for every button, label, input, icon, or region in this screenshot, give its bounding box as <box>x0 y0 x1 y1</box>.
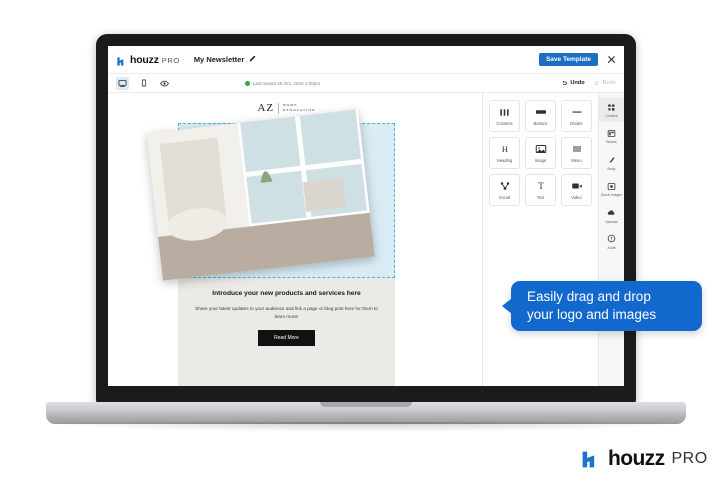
laptop-screen: houzz PRO My Newsletter Save Template La… <box>108 46 624 386</box>
blocks-icon <box>607 128 616 138</box>
redo-button[interactable]: Redo <box>594 80 616 87</box>
divider-icon <box>571 106 583 118</box>
heading-icon: H <box>499 143 511 155</box>
block-social[interactable]: Social <box>489 174 520 206</box>
email-body-text[interactable]: Share your latest updates to your audien… <box>190 305 383 321</box>
stock-images-icon <box>607 181 616 191</box>
brand-line-1: HOME <box>283 102 298 107</box>
svg-text:T: T <box>538 181 544 191</box>
block-label: Image <box>534 158 547 163</box>
block-text[interactable]: T Text <box>525 174 556 206</box>
content-blocks-panel: Columns Buttons Divider H Heading Image … <box>482 93 598 386</box>
block-label: Menu <box>571 158 582 163</box>
editor-body: AZ HOME RENOVATION Introduce your new pr… <box>108 93 624 386</box>
tab-body[interactable]: Body <box>599 151 625 175</box>
block-label: Columns <box>496 121 513 126</box>
tab-label: Audit <box>607 245 616 250</box>
email-headline[interactable]: Introduce your new products and services… <box>190 290 383 299</box>
tab-label: Uploads <box>605 219 618 224</box>
brand-wordmark: houzz <box>608 447 665 470</box>
houzz-pro-logo[interactable]: houzz PRO <box>116 54 180 66</box>
pencil-icon[interactable] <box>249 55 256 64</box>
tab-label: Body <box>607 166 616 171</box>
houzz-h-icon <box>116 54 127 66</box>
blocks-grid: Columns Buttons Divider H Heading Image … <box>489 100 592 206</box>
az-brand-logo: AZ HOME RENOVATION <box>257 102 315 114</box>
email-canvas[interactable]: AZ HOME RENOVATION Introduce your new pr… <box>108 93 482 386</box>
callout-line-1: Easily drag and drop <box>527 289 651 305</box>
read-more-button[interactable]: Read More <box>258 330 315 347</box>
houzz-pro-brand-logo: houzz PRO <box>580 447 708 471</box>
content-icon <box>607 102 616 112</box>
panel-tab-rail: Content Blocks Body Stock Images Uploads… <box>598 93 624 386</box>
block-image[interactable]: Image <box>525 137 556 169</box>
callout-text: Easily drag and drop your logo and image… <box>527 288 656 324</box>
block-menu[interactable]: Menu <box>561 137 592 169</box>
tab-label: Blocks <box>606 140 617 145</box>
uploads-icon <box>607 208 616 218</box>
document-title[interactable]: My Newsletter <box>194 55 244 64</box>
tab-label: Content <box>605 114 618 118</box>
dragged-image-preview[interactable] <box>146 109 375 281</box>
brand-initials: AZ <box>257 102 275 114</box>
block-label: Social <box>498 195 511 200</box>
redo-label: Redo <box>602 80 616 86</box>
email-text-block: Introduce your new products and services… <box>178 278 395 362</box>
desktop-icon[interactable] <box>116 76 129 90</box>
mobile-icon[interactable] <box>137 77 150 90</box>
screenshot-stage: houzz PRO My Newsletter Save Template La… <box>0 0 725 500</box>
laptop-base <box>46 402 686 424</box>
tab-label: Stock Images <box>600 193 623 198</box>
logo-pro-tag: PRO <box>161 55 180 65</box>
undo-label: Undo <box>570 80 585 86</box>
brand-pro-tag: PRO <box>671 450 708 467</box>
callout-line-2: your logo and images <box>527 307 657 322</box>
logo-wordmark: houzz <box>130 53 159 66</box>
tab-blocks[interactable]: Blocks <box>599 124 625 148</box>
block-buttons[interactable]: Buttons <box>525 100 556 132</box>
block-video[interactable]: Video <box>561 174 592 206</box>
save-status: Last Saved 28 Oct, 2022 1:00pm <box>245 80 321 86</box>
tab-content[interactable]: Content <box>598 98 624 123</box>
social-icon <box>499 180 511 192</box>
audit-icon <box>607 234 616 244</box>
logo-divider <box>278 102 280 114</box>
laptop-mockup: houzz PRO My Newsletter Save Template La… <box>38 34 694 432</box>
tab-audit[interactable]: Audit <box>599 230 625 254</box>
saved-indicator-icon <box>245 80 250 86</box>
video-icon <box>571 180 583 192</box>
laptop-shadow <box>38 422 694 432</box>
image-icon <box>535 143 547 155</box>
block-label: Buttons <box>533 121 548 126</box>
text-icon: T <box>535 180 547 192</box>
svg-text:H: H <box>501 144 507 154</box>
columns-icon <box>499 106 510 118</box>
last-saved-text: Last Saved 28 Oct, 2022 1:00pm <box>253 80 321 86</box>
brand-line-2: RENOVATION <box>283 108 316 112</box>
block-label: Text <box>536 195 545 200</box>
button-icon <box>535 106 547 118</box>
block-divider[interactable]: Divider <box>561 100 592 132</box>
block-label: Divider <box>570 121 583 126</box>
editor-toolbar: Last Saved 28 Oct, 2022 1:00pm Undo Redo <box>108 74 624 93</box>
close-icon[interactable] <box>607 55 616 64</box>
app-top-bar: houzz PRO My Newsletter Save Template <box>108 46 624 74</box>
top-bar-actions: Save Template <box>538 53 616 66</box>
tab-uploads[interactable]: Uploads <box>599 204 625 228</box>
body-icon <box>607 155 616 165</box>
undo-button[interactable]: Undo <box>561 80 585 87</box>
block-columns[interactable]: Columns <box>489 100 520 132</box>
block-label: Heading <box>496 158 513 163</box>
brand-subtitle: HOME RENOVATION <box>283 103 315 113</box>
save-template-button[interactable]: Save Template <box>538 53 598 66</box>
menu-icon <box>571 143 583 155</box>
tab-stock-images[interactable]: Stock Images <box>599 177 625 201</box>
callout-tooltip: Easily drag and drop your logo and image… <box>502 281 702 331</box>
houzz-h-icon <box>580 449 601 470</box>
eye-icon[interactable] <box>158 77 171 90</box>
history-actions: Undo Redo <box>561 80 616 87</box>
block-heading[interactable]: H Heading <box>489 137 520 169</box>
block-label: Video <box>571 195 582 200</box>
view-mode-group <box>116 76 171 90</box>
